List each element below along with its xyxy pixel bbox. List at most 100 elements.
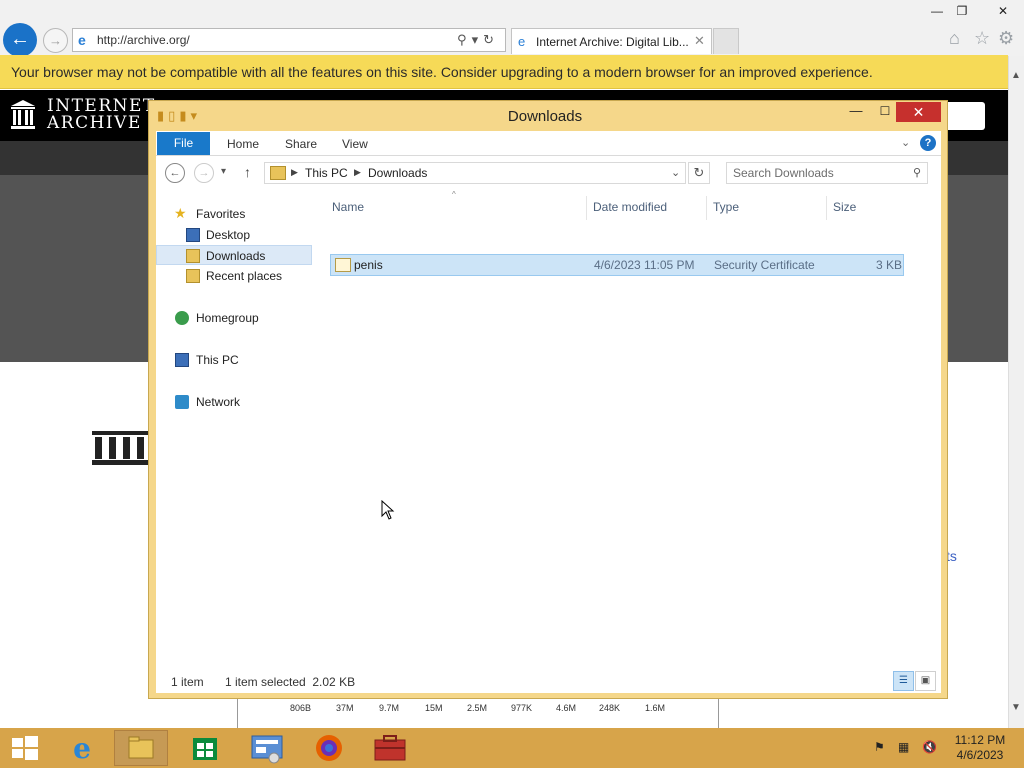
large-icons-view-icon[interactable]: ▣ (915, 671, 936, 691)
firefox-taskbar-icon[interactable] (302, 730, 356, 766)
restore-button[interactable]: ❐ (948, 2, 976, 20)
nav-favorites[interactable]: ★ Favorites (156, 204, 312, 224)
control-panel-taskbar-icon[interactable] (240, 730, 294, 766)
breadcrumb-downloads[interactable]: Downloads (368, 166, 427, 180)
tools-gear-icon[interactable]: ⚙ (998, 28, 1014, 49)
homegroup-icon (175, 311, 189, 325)
navigation-bar: ← → ▾ ↑ ▶ This PC ▶ Downloads ⌄ ↻ ⚲ (156, 159, 941, 189)
tab-share[interactable]: Share (285, 137, 317, 151)
browser-tab[interactable]: e Internet Archive: Digital Lib... ✕ (511, 28, 712, 54)
stat-value: 9.7M (379, 703, 400, 713)
status-bar: 1 item 1 item selected 2.02 KB ☰ ▣ (156, 671, 941, 693)
star-icon: ★ (174, 205, 187, 221)
close-tab-button[interactable]: ✕ (694, 33, 705, 49)
breadcrumb-separator-icon[interactable]: ▶ (291, 167, 298, 178)
nav-homegroup[interactable]: Homegroup (156, 308, 312, 328)
forward-button[interactable]: → (43, 28, 68, 53)
column-header-type[interactable]: Type (713, 200, 739, 214)
expand-ribbon-icon[interactable]: ⌄ (901, 136, 910, 149)
nav-recent-places[interactable]: Recent places (156, 266, 312, 286)
tab-view[interactable]: View (342, 137, 368, 151)
file-explorer-taskbar-icon[interactable] (114, 730, 168, 766)
refresh-icon[interactable]: ↻ (688, 162, 710, 184)
recent-locations-icon[interactable]: ▾ (221, 166, 226, 177)
column-header-date[interactable]: Date modified (593, 200, 667, 214)
page-scrollbar[interactable]: ▲ ▼ (1008, 56, 1024, 728)
nav-downloads[interactable]: Downloads (156, 245, 312, 265)
search-input[interactable] (733, 165, 903, 181)
forward-arrow-icon[interactable]: → (194, 163, 214, 183)
nav-desktop[interactable]: Desktop (156, 225, 312, 245)
explorer-body: File Home Share View ⌄ ? ← → ▾ ↑ ▶ This … (156, 131, 941, 693)
desktop-icon (186, 228, 200, 242)
file-row[interactable]: penis 4/6/2023 11:05 PM Security Certifi… (330, 254, 904, 276)
site-logo-text[interactable]: INTERNET ARCHIVE (47, 98, 156, 132)
address-url[interactable]: http://archive.org/ (97, 33, 190, 47)
sort-ascending-icon: ^ (452, 190, 456, 199)
network-icon (175, 395, 189, 409)
navigation-pane: ★ Favorites Desktop Downloads Recent pla… (156, 196, 316, 666)
refresh-icon[interactable]: ↻ (483, 32, 499, 47)
svg-text:e: e (73, 732, 91, 765)
stat-value: 4.6M (556, 703, 577, 713)
store-taskbar-icon[interactable] (178, 730, 232, 766)
column-header-name[interactable]: Name (332, 200, 364, 214)
search-icon[interactable]: ⚲ (913, 166, 921, 179)
close-window-button[interactable]: ✕ (989, 2, 1017, 20)
search-icon[interactable]: ⚲ (457, 32, 472, 47)
explorer-window[interactable]: ▮▯▮▾ Downloads — ☐ ✕ File Home Share Vie… (148, 100, 948, 699)
network-tray-icon[interactable]: ▦ (898, 740, 909, 754)
nav-this-pc[interactable]: This PC (156, 350, 312, 370)
explorer-maximize-button[interactable]: ☐ (876, 104, 894, 122)
favorites-star-icon[interactable]: ☆ (974, 28, 990, 49)
volume-muted-icon[interactable]: 🔇 (922, 740, 937, 754)
column-divider[interactable] (706, 196, 707, 220)
tab-title: Internet Archive: Digital Lib... (536, 35, 689, 49)
toolbox-taskbar-icon[interactable] (363, 730, 417, 766)
stat-value: 806B (290, 703, 312, 713)
nav-network[interactable]: Network (156, 392, 312, 412)
nav-favorites-label: Favorites (196, 207, 246, 221)
tab-file[interactable]: File (157, 132, 210, 155)
stat-value: 2.5M (467, 703, 488, 713)
tab-home[interactable]: Home (227, 137, 259, 151)
column-divider[interactable] (586, 196, 587, 220)
home-icon[interactable]: ⌂ (949, 28, 960, 49)
nav-recent-label: Recent places (206, 269, 283, 283)
chevron-down-icon[interactable]: ⌄ (671, 166, 680, 179)
back-button[interactable]: ← (3, 23, 37, 57)
breadcrumb[interactable]: ▶ This PC ▶ Downloads ⌄ (264, 162, 686, 184)
compatibility-banner: Your browser may not be compatible with … (0, 55, 1008, 89)
action-center-flag-icon[interactable]: ⚑ (874, 740, 885, 754)
archive-columns-icon (92, 431, 148, 465)
search-box[interactable]: ⚲ (726, 162, 928, 184)
up-arrow-icon[interactable]: ↑ (244, 164, 251, 180)
start-button[interactable] (0, 728, 50, 768)
column-header-size[interactable]: Size (833, 200, 856, 214)
column-divider[interactable] (826, 196, 827, 220)
breadcrumb-separator-icon[interactable]: ▶ (354, 167, 361, 178)
scroll-up-icon[interactable]: ▲ (1011, 70, 1021, 81)
browser-toolbar: ← → e http://archive.org/ ⚲▾↻ e Internet… (0, 0, 1024, 57)
archive-logo-icon[interactable] (10, 100, 36, 130)
downloads-folder-icon (186, 249, 200, 263)
back-arrow-icon[interactable]: ← (165, 163, 185, 183)
nav-this-pc-label: This PC (196, 353, 239, 367)
address-bar[interactable]: e http://archive.org/ ⚲▾↻ (72, 28, 506, 52)
breadcrumb-this-pc[interactable]: This PC (305, 166, 348, 180)
details-view-icon[interactable]: ☰ (893, 671, 914, 691)
system-clock[interactable]: 11:12 PM 4/6/2023 (942, 733, 1018, 763)
explorer-minimize-button[interactable]: — (847, 103, 865, 121)
scroll-down-icon[interactable]: ▼ (1011, 702, 1021, 713)
nav-homegroup-label: Homegroup (196, 311, 259, 325)
help-icon[interactable]: ? (920, 135, 936, 151)
explorer-close-button[interactable]: ✕ (896, 102, 941, 122)
nav-desktop-label: Desktop (206, 228, 251, 242)
ribbon: File Home Share View ⌄ ? (156, 131, 941, 156)
new-tab-button[interactable] (713, 28, 739, 54)
minimize-button[interactable]: — (923, 2, 951, 20)
chevron-down-icon[interactable]: ▾ (472, 32, 484, 47)
file-name: penis (354, 258, 383, 272)
internet-explorer-taskbar-icon[interactable]: e (55, 730, 109, 766)
address-controls[interactable]: ⚲▾↻ (457, 32, 499, 48)
